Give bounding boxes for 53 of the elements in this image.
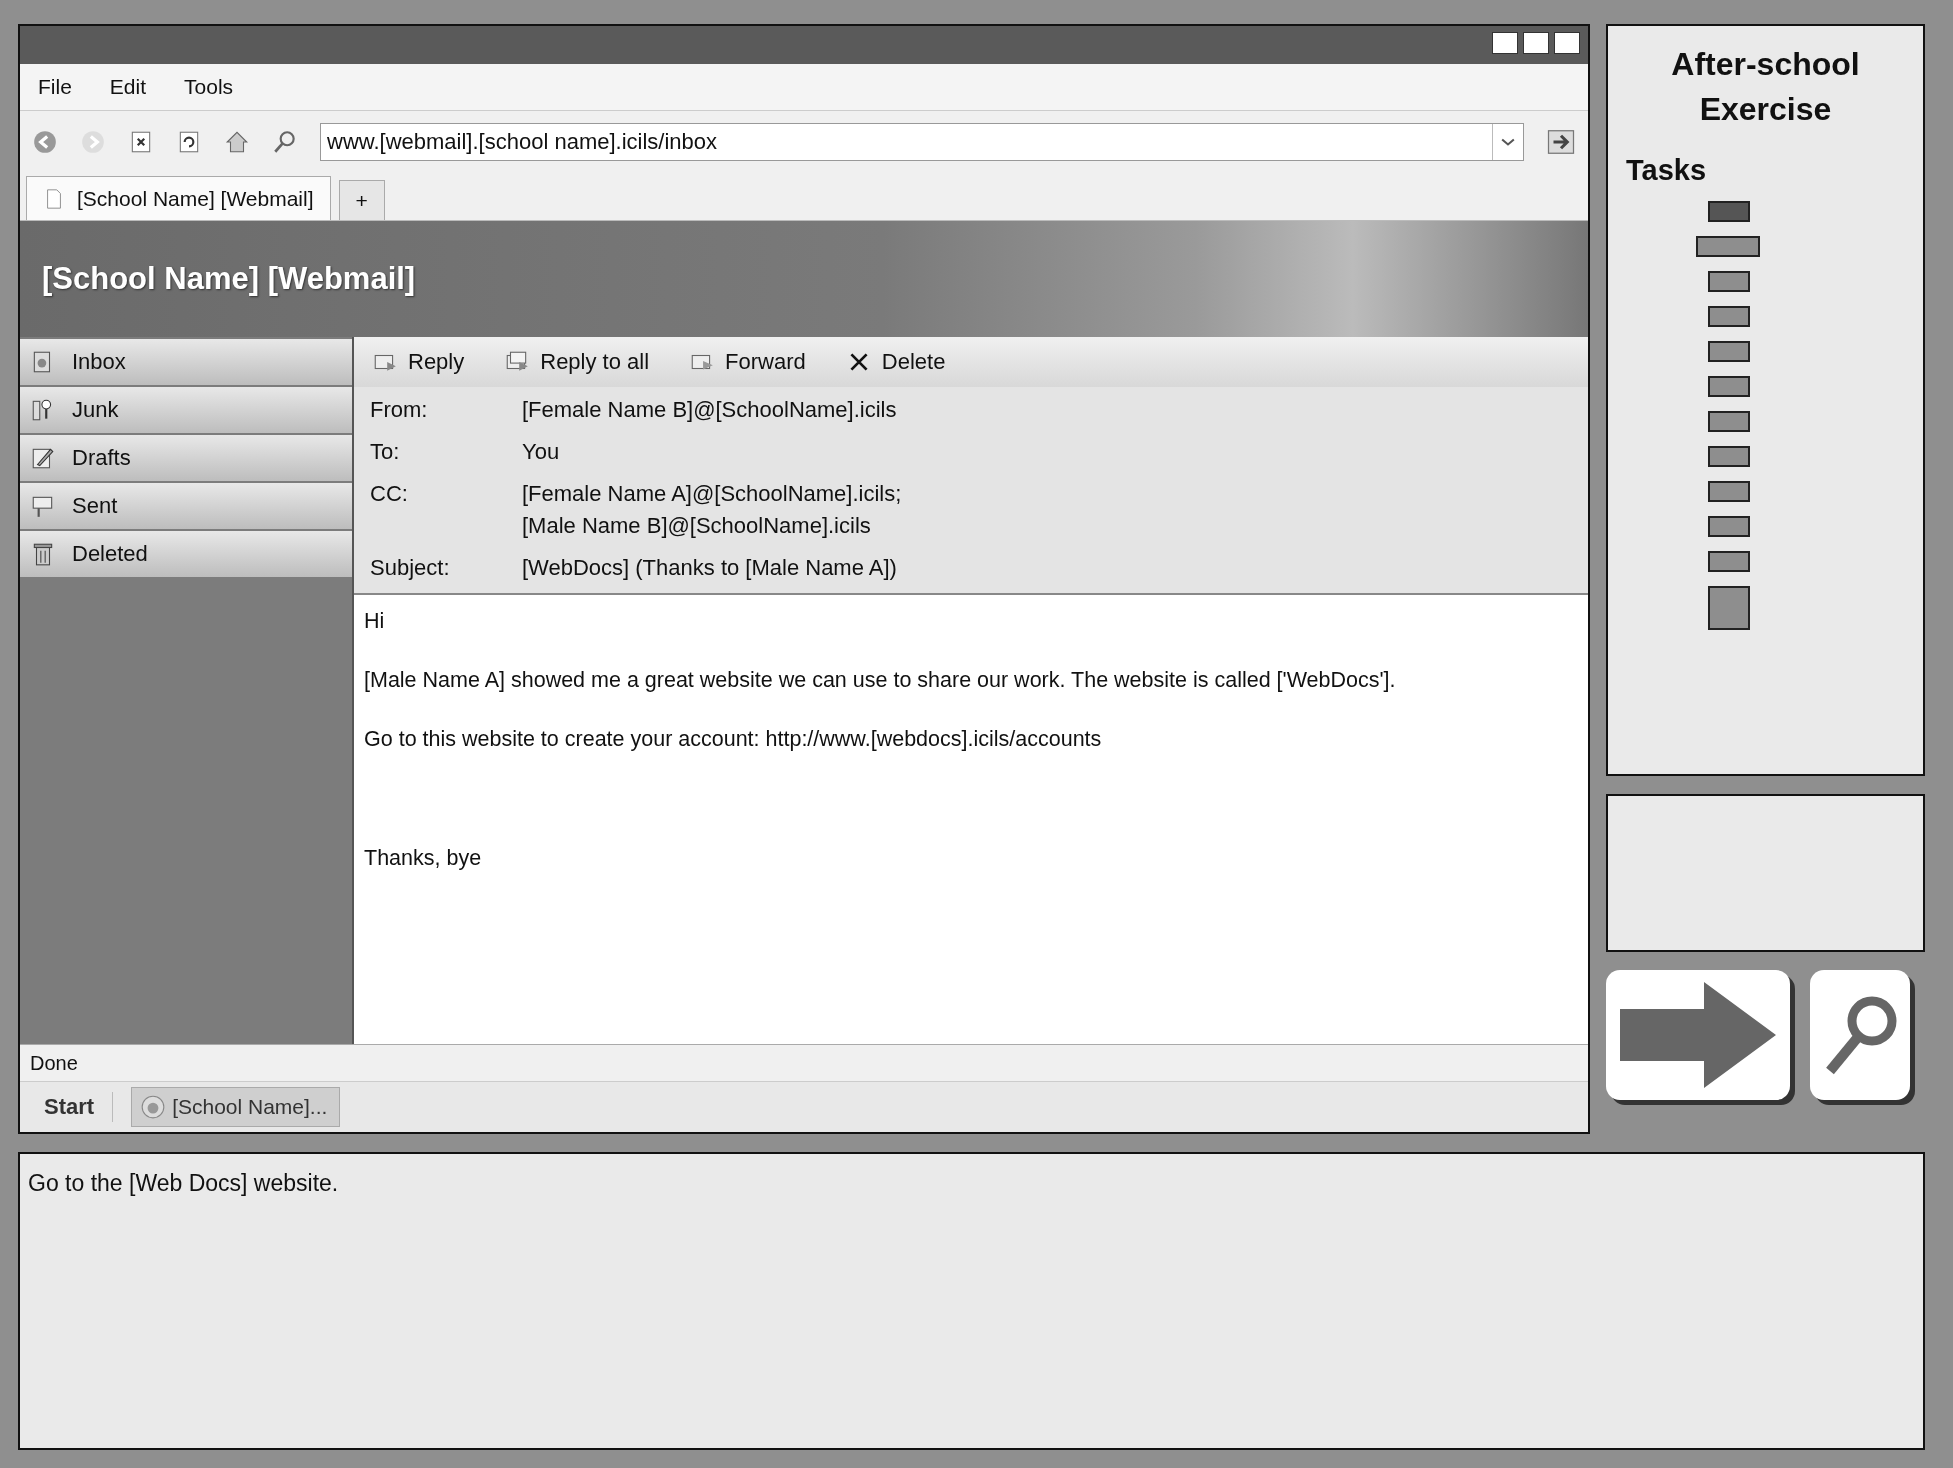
task-marker[interactable] (1708, 305, 1750, 327)
message-text: Hi (364, 609, 386, 634)
folder-item[interactable]: Sent (20, 483, 352, 529)
home-icon (224, 129, 250, 155)
browser-tab[interactable]: + (338, 180, 385, 220)
folder-item[interactable]: Deleted (20, 531, 352, 577)
address-bar[interactable]: www.[webmail].[school name].icils/inbox (320, 123, 1524, 161)
menu-item[interactable]: Edit (109, 75, 147, 99)
folder-item[interactable]: Junk (20, 387, 352, 433)
pencil-icon (30, 445, 56, 471)
task-marker[interactable] (1708, 445, 1750, 467)
search-icon (272, 129, 298, 155)
go-icon (1546, 127, 1576, 157)
task-marker[interactable] (1708, 375, 1750, 397)
message-text: Thanks, bye (364, 846, 483, 871)
header-label: Subject: (370, 555, 451, 581)
header-label: To: (370, 439, 401, 465)
back-icon (32, 129, 58, 155)
task-marker[interactable] (1708, 515, 1750, 537)
action-button[interactable]: Reply to all (504, 349, 650, 375)
banner-title: [School Name] [Webmail] (42, 261, 416, 297)
task-marker[interactable] (1708, 550, 1750, 572)
menu-item[interactable]: Tools (184, 75, 234, 99)
panel-title: After-school Exercise (1670, 45, 1861, 129)
browser-tab[interactable]: [School Name] [Webmail] (26, 176, 331, 220)
header-value: You (522, 439, 561, 465)
start-button[interactable]: Start (44, 1094, 95, 1120)
task-marker[interactable] (1696, 235, 1760, 257)
header-label: CC: (370, 481, 409, 508)
action-button[interactable]: Reply (372, 349, 465, 375)
task-marker[interactable] (1708, 270, 1750, 292)
forward-icon (80, 129, 106, 155)
header-value: [Female Name B]@[SchoolName].icils (522, 397, 898, 423)
action-button[interactable]: Delete (845, 349, 946, 375)
task-marker[interactable] (1708, 200, 1750, 222)
message-text: Go to this website to create your account: http://www.[webdocs].icils/accounts (364, 727, 1103, 752)
task-marker[interactable] (1708, 480, 1750, 502)
header-value: [Female Name A]@[SchoolName].icils; (522, 481, 903, 507)
message-text: [Male Name A] showed me a great website we can use to share our work. The website is called ['WebDocs']. (364, 668, 1397, 693)
task-marker[interactable] (1708, 410, 1750, 432)
header-value: [WebDocs] (Thanks to [Male Name A]) (522, 555, 898, 581)
taskbar-item[interactable]: [School Name]... (131, 1087, 341, 1127)
header-label: From: (370, 397, 429, 423)
instruction-text: Go to the [Web Docs] website. (28, 1170, 339, 1196)
status-text: Done (30, 1051, 78, 1075)
folder-item[interactable]: Drafts (20, 435, 352, 481)
folder-item[interactable]: Inbox (20, 339, 352, 385)
task-marker[interactable] (1708, 585, 1750, 630)
task-marker[interactable] (1708, 340, 1750, 362)
header-value: [Male Name B]@[SchoolName].icils (522, 513, 872, 539)
menu-item[interactable]: File (38, 75, 72, 99)
action-button[interactable]: Forward (689, 349, 806, 375)
tasks-label: Tasks (1626, 153, 1708, 187)
